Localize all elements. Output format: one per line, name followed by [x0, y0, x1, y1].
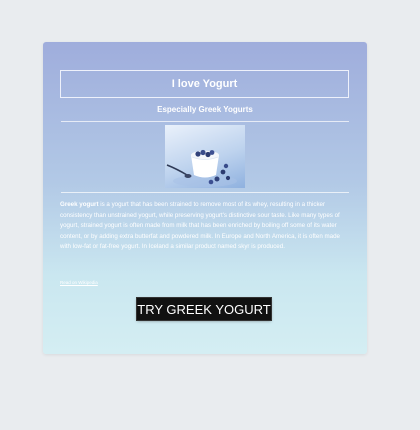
yogurt-with-blueberries-image: [165, 125, 245, 188]
card-subtitle: Especially Greek Yogurts: [157, 105, 253, 114]
description-body: is a yogurt that has been strained to re…: [60, 201, 340, 251]
description-lead: Greek yogurt: [60, 201, 99, 208]
divider-top: [61, 121, 349, 122]
divider-bottom: [61, 192, 349, 193]
description-paragraph: Greek yogurt is a yogurt that has been s…: [60, 200, 350, 253]
source-link[interactable]: Read on Wikipedia: [60, 280, 98, 285]
yogurt-card: I love Yogurt Especially Greek Yogurts G…: [43, 42, 367, 354]
card-title: I love Yogurt: [60, 70, 349, 98]
try-greek-yogurt-button[interactable]: TRY GREEK YOGURT: [137, 298, 271, 320]
